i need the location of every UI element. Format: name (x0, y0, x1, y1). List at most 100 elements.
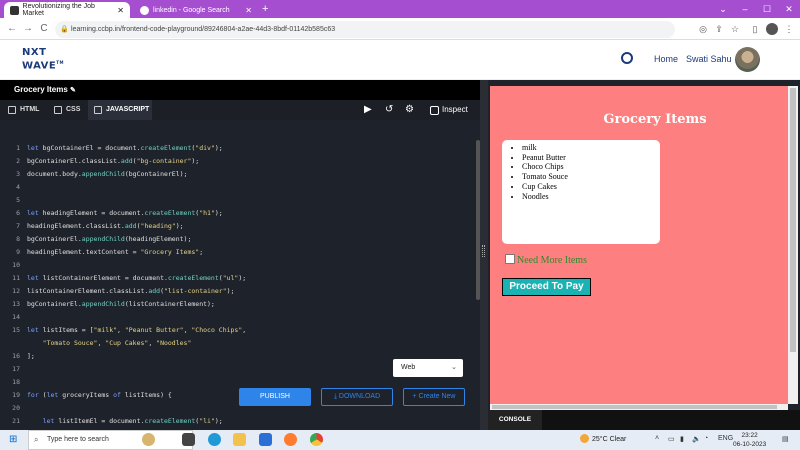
url-text: learning.ccbp.in/frontend-code-playgroun… (71, 26, 336, 33)
tab-label: HTML (20, 106, 40, 113)
line-number: 13 (12, 300, 20, 308)
chevron-down-icon[interactable]: ⌄ (712, 1, 734, 17)
windows-start-icon[interactable]: ⊞ (9, 434, 17, 446)
code-line[interactable]: "Tomato Souce", "Cup Cakes", "Noodles" (27, 339, 192, 347)
nxtwave-logo[interactable]: NXT WAVETM (22, 48, 64, 71)
preview-vertical-scroll-thumb[interactable] (790, 88, 796, 352)
create-new-button[interactable]: + Create New (403, 388, 465, 406)
mail-icon[interactable] (259, 433, 272, 446)
download-button[interactable]: ⤓ DOWNLOAD (321, 388, 393, 406)
line-number: 19 (12, 391, 20, 399)
file-explorer-icon[interactable] (233, 433, 246, 446)
line-number: 1 (16, 144, 20, 152)
new-tab-button[interactable]: + (262, 2, 268, 16)
user-name[interactable]: Swati Sahu (686, 54, 732, 64)
line-number: 5 (16, 196, 20, 204)
google-lens-icon[interactable]: ◎ (696, 22, 710, 36)
forward-button[interactable]: → (20, 20, 36, 38)
line-number: 7 (16, 222, 20, 230)
code-line[interactable]: document.body.appendChild(bgContainerEl)… (27, 170, 187, 178)
code-line[interactable]: bgContainerEl.appendChild(listContainerE… (27, 300, 215, 308)
edit-pencil-icon[interactable]: ✎ (70, 87, 76, 94)
tab-revolutionizing[interactable]: Revolutionizing the Job Market ✕ (4, 2, 130, 18)
need-more-items-checkbox[interactable] (505, 254, 515, 264)
line-number: 12 (12, 287, 20, 295)
weather-text[interactable]: 25°C Clear (592, 436, 626, 443)
js-file-icon (94, 106, 102, 114)
code-line[interactable]: bgContainerEl.appendChild(headingElement… (27, 235, 191, 243)
settings-gear-icon[interactable]: ⚙ (405, 103, 414, 117)
clock-date: 06-10-2023 (733, 441, 767, 448)
need-more-items-label[interactable]: Need More Items (517, 255, 587, 266)
console-tab[interactable]: CONSOLE (488, 410, 542, 430)
drag-handle-icon[interactable] (482, 245, 485, 257)
code-line[interactable]: let listItems = ["milk", "Peanut Butter"… (27, 326, 246, 334)
chrome-icon[interactable] (310, 433, 323, 446)
sidebar-icon[interactable]: ▯ (748, 22, 762, 36)
close-tab-icon[interactable]: ✕ (245, 6, 252, 15)
code-line[interactable]: headingElement.textContent = "Grocery It… (27, 248, 203, 256)
home-link[interactable]: Home (654, 54, 678, 64)
share-icon[interactable]: ⇪ (712, 22, 726, 36)
tab-html[interactable]: HTML (2, 100, 46, 120)
network-icon[interactable]: ▭ (668, 435, 675, 443)
firefox-icon[interactable] (284, 433, 297, 446)
system-clock[interactable]: 23:22 06-10-2023 (733, 431, 766, 449)
grocery-list-container: milkPeanut ButterChoco ChipsTomato Souce… (502, 140, 660, 244)
download-label: DOWNLOAD (338, 393, 381, 400)
inspect-label[interactable]: Inspect (442, 105, 468, 114)
line-number: 6 (16, 209, 20, 217)
notifications-icon[interactable]: ▤ (782, 435, 789, 443)
publish-button[interactable]: PUBLISH (239, 388, 311, 406)
wifi-icon[interactable]: ◔ (704, 435, 708, 442)
list-item: milk (522, 143, 660, 153)
inspect-checkbox[interactable] (430, 106, 439, 115)
language-indicator[interactable]: ENG (718, 435, 733, 442)
code-line[interactable]: for (let groceryItems of listItems) { (27, 391, 172, 399)
taskbar-search-input[interactable]: ⌕ Type here to search (28, 430, 193, 450)
list-item: Noodles (522, 192, 660, 202)
maximize-button[interactable]: ☐ (756, 1, 778, 17)
chevron-up-icon[interactable]: ˄ (655, 435, 659, 442)
code-line[interactable]: let listContainerElement = document.crea… (27, 274, 246, 282)
close-tab-icon[interactable]: ✕ (117, 6, 124, 15)
bookmark-star-icon[interactable]: ☆ (728, 22, 742, 36)
css-file-icon (54, 106, 62, 114)
menu-kebab-icon[interactable]: ⋮ (782, 22, 796, 36)
code-line[interactable]: let headingElement = document.createElem… (27, 209, 223, 217)
code-editor[interactable]: 1 let bgContainerEl = document.createElem… (0, 120, 480, 430)
line-number: 18 (12, 378, 20, 386)
weather-moon-icon[interactable] (580, 434, 589, 443)
tab-css[interactable]: CSS (48, 100, 86, 120)
reset-icon[interactable]: ↺ (385, 103, 393, 117)
code-line[interactable]: bgContainerEl.classList.add("bg-containe… (27, 157, 199, 165)
edge-icon[interactable] (208, 433, 221, 446)
profile-avatar[interactable] (766, 23, 778, 35)
battery-icon[interactable]: ▮ (680, 435, 684, 443)
view-mode-select[interactable]: Web ⌄ (393, 359, 463, 377)
line-number: 10 (12, 261, 20, 269)
search-placeholder: Type here to search (47, 436, 109, 443)
url-bar[interactable]: 🔒 learning.ccbp.in/frontend-code-playgro… (55, 21, 675, 38)
project-title[interactable]: Grocery Items ✎ (14, 85, 76, 94)
code-line[interactable]: headingElement.classList.add("heading"); (27, 222, 184, 230)
timer-icon[interactable] (621, 52, 633, 64)
preview-horizontal-scroll-thumb[interactable] (492, 405, 777, 409)
code-line[interactable]: let listItemEl = document.createElement(… (27, 417, 223, 425)
reload-button[interactable]: C (36, 20, 52, 38)
task-view-icon[interactable] (182, 433, 195, 446)
cortana-icon[interactable] (142, 433, 155, 446)
volume-icon[interactable]: 🔈 (692, 435, 701, 443)
chevron-down-icon: ⌄ (451, 364, 457, 371)
code-line[interactable]: listContainerElement.classList.add("list… (27, 287, 234, 295)
proceed-to-pay-button[interactable]: Proceed To Pay (502, 278, 591, 296)
back-button[interactable]: ← (4, 20, 20, 38)
tab-linkedin-search[interactable]: linkedin - Google Search ✕ (134, 2, 258, 18)
avatar[interactable] (735, 47, 760, 72)
tab-javascript[interactable]: JAVASCRIPT (88, 100, 152, 120)
run-play-icon[interactable]: ▶ (364, 103, 372, 117)
code-line[interactable]: ]; (27, 352, 35, 360)
code-line[interactable]: let bgContainerEl = document.createEleme… (27, 144, 223, 152)
close-window-button[interactable]: ✕ (778, 1, 800, 17)
minimize-button[interactable]: – (734, 1, 756, 17)
